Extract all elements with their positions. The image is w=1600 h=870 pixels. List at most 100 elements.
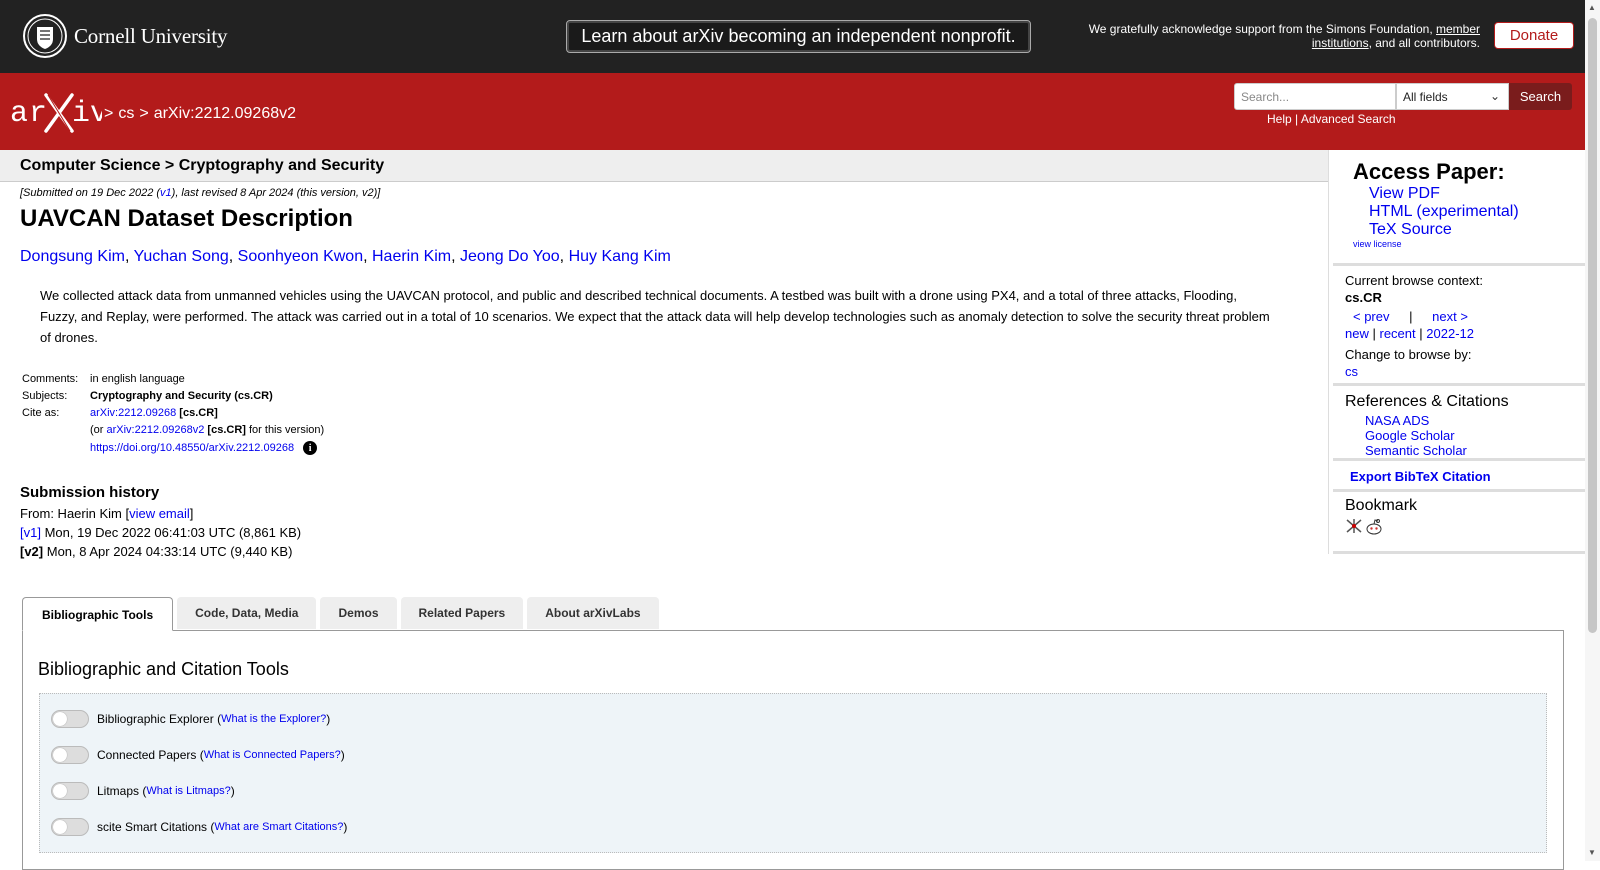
- university-name: Cornell University: [74, 23, 228, 48]
- reddit-icon[interactable]: [1365, 518, 1383, 539]
- tab-about-arxivlabs[interactable]: About arXivLabs: [527, 597, 659, 629]
- access-links: View PDF HTML (experimental) TeX Source: [1369, 185, 1587, 239]
- doi-link[interactable]: https://doi.org/10.48550/arXiv.2212.0926…: [90, 442, 294, 454]
- search-field-select[interactable]: All fields ⌄: [1396, 83, 1509, 110]
- tool-label: Connected Papers: [97, 748, 197, 762]
- top-banner: Cornell University Learn about arXiv bec…: [0, 0, 1585, 73]
- author-link[interactable]: Yuchan Song: [134, 248, 229, 265]
- month-link[interactable]: 2022-12: [1426, 326, 1474, 341]
- donate-button[interactable]: Donate: [1494, 22, 1574, 49]
- from-close: ]: [189, 506, 194, 521]
- explorer-toggle[interactable]: [51, 710, 89, 728]
- tab-code-data-media[interactable]: Code, Data, Media: [177, 597, 317, 629]
- scroll-up-icon[interactable]: ▲: [1588, 3, 1596, 12]
- author-link[interactable]: Huy Kang Kim: [569, 248, 671, 265]
- references-title: References & Citations: [1345, 393, 1509, 410]
- litmaps-help-link[interactable]: What is Litmaps?: [146, 785, 230, 797]
- chevron-down-icon: ⌄: [1489, 89, 1500, 103]
- connected-papers-help-link[interactable]: What is Connected Papers?: [204, 749, 341, 761]
- next-link[interactable]: next >: [1432, 309, 1468, 324]
- explorer-help-link[interactable]: What is the Explorer?: [221, 713, 326, 725]
- cite-category: [cs.CR]: [179, 407, 218, 419]
- info-icon[interactable]: i: [303, 441, 318, 455]
- google-scholar-link[interactable]: Google Scholar: [1365, 428, 1455, 443]
- comments-label: Comments:: [22, 373, 79, 385]
- prev-next-separator: |: [1409, 309, 1413, 324]
- cite-v2-category: [cs.CR]: [207, 424, 246, 436]
- cite-label: Cite as:: [22, 407, 60, 419]
- view-license-link[interactable]: view license: [1353, 239, 1402, 249]
- author-link[interactable]: Dongsung Kim: [20, 248, 125, 265]
- recent-link[interactable]: recent: [1380, 326, 1416, 341]
- access-paper-box: Access Paper: View PDF HTML (experimenta…: [1333, 150, 1587, 266]
- svg-text:iv: iv: [72, 97, 102, 131]
- tool-row-scite: scite Smart Citations (What are Smart Ci…: [51, 818, 347, 836]
- html-link[interactable]: HTML (experimental): [1369, 203, 1519, 220]
- from-text: From: Haerin Kim [: [20, 506, 130, 521]
- litmaps-toggle[interactable]: [51, 782, 89, 800]
- tab-bibliographic-tools[interactable]: Bibliographic Tools: [22, 597, 174, 631]
- labs-tabs: Bibliographic Tools Code, Data, Media De…: [22, 597, 659, 631]
- tools-area: Bibliographic Explorer (What is the Expl…: [39, 693, 1547, 853]
- separator: |: [1419, 326, 1423, 341]
- cite-version-row: (or arXiv:2212.09268v2 [cs.CR] for this …: [20, 422, 326, 439]
- cite-v2-link[interactable]: arXiv:2212.09268v2: [107, 424, 205, 436]
- author-link[interactable]: Jeong Do Yoo: [460, 248, 560, 265]
- author-list: Dongsung Kim, Yuchan Song, Soonhyeon Kwo…: [20, 248, 671, 265]
- arxiv-logo-link[interactable]: ar iv: [10, 93, 108, 136]
- history-v2: [v2] Mon, 8 Apr 2024 04:33:14 UTC (9,440…: [20, 542, 301, 561]
- submission-dateline: [Submitted on 19 Dec 2022 (v1), last rev…: [20, 187, 380, 199]
- tab-related-papers[interactable]: Related Papers: [400, 597, 524, 629]
- nasa-ads-link[interactable]: NASA ADS: [1365, 413, 1429, 428]
- v2-details: Mon, 8 Apr 2024 04:33:14 UTC (9,440 KB): [43, 544, 293, 559]
- cite-id-link[interactable]: arXiv:2212.09268: [90, 407, 176, 419]
- support-acknowledgement: We gratefully acknowledge support from t…: [1060, 22, 1480, 50]
- export-bibtex-link[interactable]: Export BibTeX Citation: [1350, 469, 1491, 484]
- comments-row: Comments: in english language: [20, 371, 326, 388]
- search-button[interactable]: Search: [1509, 83, 1572, 110]
- cornell-logo-link[interactable]: Cornell University: [22, 13, 227, 59]
- page-scrollbar[interactable]: ▲ ▼: [1585, 0, 1600, 861]
- browse-context-box: Current browse context: cs.CR < prev | n…: [1333, 268, 1587, 386]
- subject-heading: Computer Science > Cryptography and Secu…: [0, 150, 1328, 182]
- scite-help-link[interactable]: What are Smart Citations?: [214, 821, 343, 833]
- help-link[interactable]: Help: [1267, 112, 1292, 126]
- tex-source-link[interactable]: TeX Source: [1369, 221, 1452, 238]
- abstract: We collected attack data from unmanned v…: [40, 288, 1270, 345]
- subjects-value: Cryptography and Security (cs.CR): [90, 390, 273, 402]
- help-links: Help | Advanced Search: [1267, 112, 1396, 126]
- v1-link[interactable]: [v1]: [20, 525, 41, 540]
- tool-label: scite Smart Citations: [97, 820, 208, 834]
- subjects-row: Subjects: Cryptography and Security (cs.…: [20, 388, 326, 405]
- subjects-label: Subjects:: [22, 390, 68, 402]
- cite-or: (or: [90, 424, 107, 436]
- arxiv-logo-icon: ar iv: [10, 93, 108, 133]
- advanced-search-link[interactable]: Advanced Search: [1301, 112, 1396, 126]
- tab-demos[interactable]: Demos: [320, 597, 397, 629]
- v2-label: [v2]: [20, 544, 44, 559]
- scroll-down-icon[interactable]: ▼: [1588, 848, 1596, 857]
- doi-row: https://doi.org/10.48550/arXiv.2212.0926…: [20, 439, 326, 458]
- cite-v2-suffix: for this version): [245, 424, 325, 436]
- context-value: cs.CR: [1345, 290, 1382, 305]
- nonprofit-notice-button[interactable]: Learn about arXiv becoming an independen…: [566, 20, 1031, 53]
- scrollbar-thumb[interactable]: [1588, 18, 1597, 633]
- semantic-scholar-link[interactable]: Semantic Scholar: [1365, 443, 1467, 458]
- dateline-suffix: ), last revised 8 Apr 2024 (this version…: [171, 187, 381, 199]
- scite-toggle[interactable]: [51, 818, 89, 836]
- view-pdf-link[interactable]: View PDF: [1369, 185, 1440, 202]
- new-link[interactable]: new: [1345, 326, 1369, 341]
- breadcrumb-cs-link[interactable]: cs: [118, 105, 134, 123]
- v1-details: Mon, 19 Dec 2022 06:41:03 UTC (8,861 KB): [40, 525, 302, 540]
- view-email-link[interactable]: view email: [129, 506, 190, 521]
- search-input[interactable]: [1234, 83, 1396, 110]
- bookmark-box: Bookmark: [1333, 494, 1587, 554]
- author-link[interactable]: Soonhyeon Kwon: [238, 248, 363, 265]
- author-link[interactable]: Haerin Kim: [372, 248, 451, 265]
- connected-papers-toggle[interactable]: [51, 746, 89, 764]
- bibsonomy-icon[interactable]: [1345, 518, 1363, 539]
- prev-link[interactable]: < prev: [1353, 309, 1390, 324]
- dateline-v1-link[interactable]: v1: [160, 187, 172, 199]
- sidebar: Access Paper: View PDF HTML (experimenta…: [1328, 150, 1587, 554]
- browse-cs-link[interactable]: cs: [1345, 364, 1358, 379]
